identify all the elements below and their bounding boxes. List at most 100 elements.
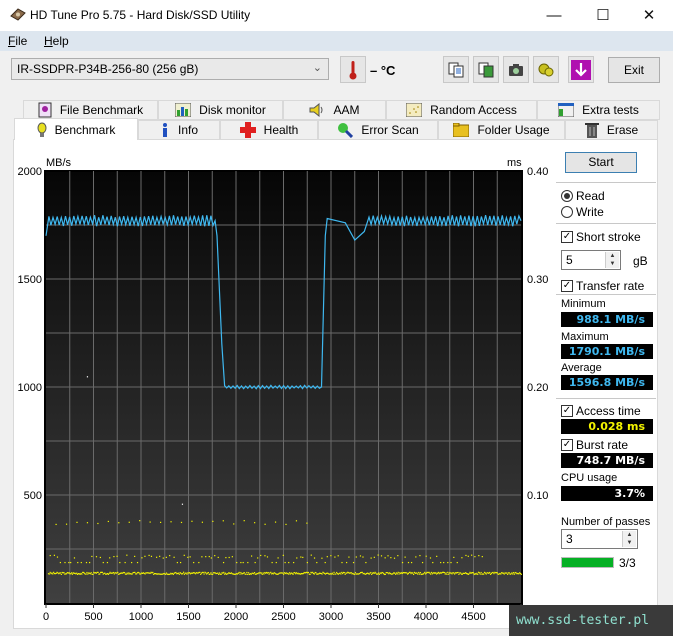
access-time-point (365, 561, 367, 564)
access-time-point (295, 520, 298, 522)
access-time-point (102, 561, 104, 564)
screenshot-button[interactable] (503, 56, 529, 83)
thermometer-icon (349, 60, 357, 79)
random-access-icon (406, 103, 423, 117)
menu-bar: File Help (0, 31, 673, 51)
access-time-point (447, 571, 449, 573)
spinner-arrows-icon[interactable]: ▲ ▼ (605, 252, 619, 268)
access-time-point (370, 557, 372, 559)
access-time-point (243, 520, 245, 522)
access-time-point (337, 555, 339, 557)
access-time-point (445, 572, 447, 574)
burst-rate-checkbox[interactable]: ✓ Burst rate (561, 438, 628, 452)
access-time-point (380, 555, 383, 557)
access-time-point (152, 571, 154, 574)
access-time-point (453, 556, 455, 558)
read-radio[interactable]: Read (561, 189, 605, 203)
options-button[interactable] (533, 56, 559, 83)
spinner-arrows-icon[interactable]: ▲ ▼ (622, 531, 636, 547)
menu-file[interactable]: File (8, 34, 27, 48)
access-time-point (203, 573, 205, 575)
access-time-checkbox[interactable]: ✓ Access time (561, 404, 641, 418)
copy-text-icon (448, 62, 464, 77)
access-time-point (478, 555, 480, 557)
save-button[interactable] (568, 56, 594, 83)
access-time-point (282, 554, 284, 556)
tab-extra-tests[interactable]: Extra tests (537, 100, 660, 120)
tab-disk-monitor[interactable]: Disk monitor (158, 100, 283, 120)
access-time-point (260, 572, 262, 574)
tab-erase[interactable]: Erase (565, 120, 658, 140)
access-time-point (101, 571, 103, 573)
access-time-point (520, 573, 522, 575)
divider (556, 398, 656, 399)
passes-spinner[interactable]: 3 ▲ ▼ (561, 529, 638, 549)
write-radio[interactable]: Write (561, 205, 604, 219)
tab-info[interactable]: Info (138, 120, 220, 140)
menu-help[interactable]: Help (44, 34, 69, 48)
access-time-point (212, 573, 214, 575)
maximize-button[interactable]: ☐ (580, 0, 626, 31)
temperature-value: – °C (370, 63, 396, 78)
exit-button[interactable]: Exit (608, 57, 660, 83)
close-button[interactable]: ✕ (626, 0, 672, 31)
access-time-point (471, 554, 473, 556)
access-time-point (150, 555, 153, 557)
access-time-point (231, 556, 233, 558)
tab-folder-usage[interactable]: Folder Usage (438, 120, 565, 140)
access-time-point (341, 571, 343, 574)
access-time-point (240, 561, 242, 564)
y-left-tick-label: 500 (24, 490, 42, 502)
access-time-point (481, 556, 483, 558)
access-time-point (169, 554, 171, 557)
access-time-point (336, 571, 338, 574)
access-time-point (201, 521, 203, 523)
transfer-rate-checkbox[interactable]: ✓ Transfer rate (561, 279, 644, 293)
access-time-point (138, 572, 140, 574)
short-stroke-unit: gB (633, 254, 648, 268)
access-time-point (340, 573, 342, 575)
short-stroke-spinner[interactable]: 5 ▲ ▼ (561, 250, 621, 270)
tab-benchmark[interactable]: Benchmark (14, 118, 138, 140)
tab-aam[interactable]: AAM (283, 100, 386, 120)
access-time-value: 0.028 ms (561, 419, 653, 434)
tab-error-scan[interactable]: Error Scan (318, 120, 438, 140)
short-stroke-checkbox[interactable]: ✓ Short stroke (561, 230, 641, 244)
access-time-point (217, 572, 219, 574)
access-time-point (193, 561, 195, 564)
access-time-point (362, 556, 364, 558)
access-time-point (86, 376, 89, 378)
access-time-point (260, 554, 262, 557)
access-time-point (53, 571, 55, 573)
access-time-point (447, 561, 449, 564)
copy-screenshot-button[interactable] (473, 56, 499, 83)
temperature-button[interactable] (340, 56, 366, 83)
access-time-point (477, 573, 479, 575)
access-time-point (275, 561, 277, 564)
tab-health[interactable]: Health (220, 120, 318, 140)
access-time-point (479, 573, 481, 575)
tab-random-access[interactable]: Random Access (386, 100, 537, 120)
access-time-point (453, 572, 455, 574)
access-time-point (55, 523, 57, 526)
tab-file-benchmark[interactable]: File Benchmark (23, 100, 158, 120)
x-tick-label: 4000 (414, 611, 438, 620)
access-time-point (80, 561, 82, 564)
access-time-point (397, 571, 399, 573)
copy-text-button[interactable] (443, 56, 469, 83)
access-time-point (240, 571, 242, 574)
access-time-point (119, 561, 121, 564)
access-time-point (341, 561, 343, 564)
access-time-point (384, 573, 386, 575)
access-time-point (373, 556, 375, 558)
access-time-point (285, 523, 287, 526)
drive-select[interactable]: IR-SSDPR-P34B-256-80 (256 gB) ⌄ (11, 58, 329, 80)
access-time-point (419, 554, 421, 557)
minimize-button[interactable]: — (531, 0, 577, 31)
access-time-point (52, 573, 54, 575)
access-time-point (136, 561, 139, 564)
access-time-point (117, 571, 119, 573)
access-time-point (173, 556, 175, 558)
x-tick-label: 3000 (319, 611, 343, 620)
start-button[interactable]: Start (565, 152, 637, 173)
